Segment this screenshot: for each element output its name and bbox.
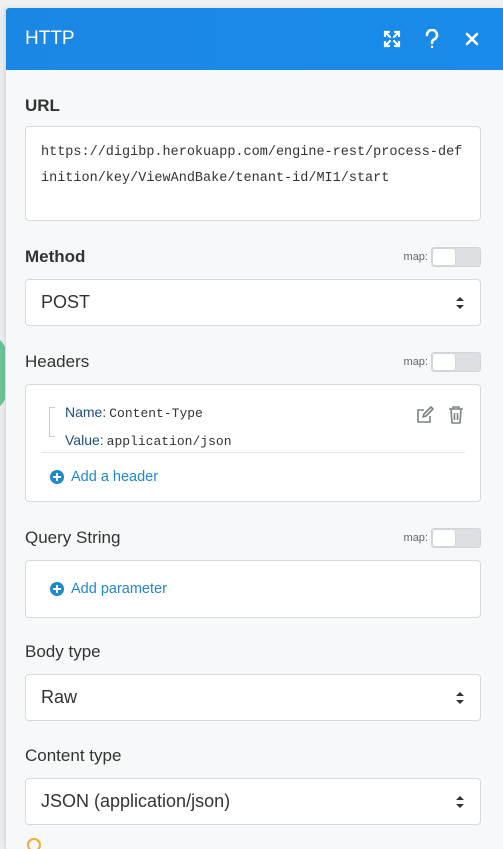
method-label: Method: [25, 247, 86, 266]
method-field: Method map: POST: [25, 247, 481, 326]
expand-icon[interactable]: [382, 29, 402, 49]
add-header-label: Add a header: [71, 469, 159, 485]
warning-icon: [27, 838, 41, 849]
header-name-value: Content-Type: [109, 406, 203, 421]
content-type-label: Content type: [25, 746, 122, 765]
trash-icon[interactable]: [447, 405, 465, 430]
content-type-select[interactable]: JSON (application/json): [25, 778, 481, 825]
select-arrows-icon: [456, 691, 464, 704]
header-value-value: application/json: [106, 434, 232, 449]
map-toggle-switch[interactable]: [431, 247, 481, 267]
body-type-value: Raw: [41, 687, 78, 707]
plus-circle-icon: [50, 470, 64, 484]
query-string-label: Query String: [25, 528, 121, 547]
plus-circle-icon: [50, 582, 64, 596]
url-label: URL: [25, 96, 60, 115]
header-item: Name: Content-Type Value: application/json: [26, 385, 480, 452]
http-module-panel: HTTP URL https://digibp.herokuapp.com/en…: [5, 8, 503, 849]
name-label: Name:: [65, 404, 107, 420]
item-bracket: [49, 407, 55, 437]
query-map-toggle[interactable]: map:: [404, 528, 481, 548]
headers-list: Name: Content-Type Value: application/json: [25, 384, 481, 502]
header-actions: [382, 29, 482, 49]
value-label: Value:: [65, 432, 104, 448]
add-parameter-link[interactable]: Add parameter: [26, 581, 191, 597]
body-type-select[interactable]: Raw: [25, 674, 481, 721]
question-mark-icon[interactable]: [422, 29, 442, 49]
map-toggle-switch[interactable]: [431, 528, 481, 548]
header-name-row: Name: Content-Type: [65, 399, 465, 427]
select-arrows-icon: [456, 795, 464, 808]
headers-field: Headers map: Name: Content-Type Value: app…: [25, 352, 481, 502]
content-type-value: JSON (application/json): [41, 791, 231, 811]
body-type-label: Body type: [25, 642, 101, 661]
headers-map-toggle[interactable]: map:: [404, 352, 481, 372]
content-type-field: Content type JSON (application/json): [25, 746, 481, 825]
map-label: map:: [403, 356, 428, 368]
add-parameter-label: Add parameter: [71, 581, 167, 597]
headers-label: Headers: [25, 352, 90, 371]
panel-header: HTTP: [6, 8, 503, 70]
edit-icon[interactable]: [415, 405, 435, 430]
panel-title: HTTP: [25, 28, 75, 49]
method-select[interactable]: POST: [25, 279, 481, 326]
map-label: map:: [403, 532, 428, 544]
header-value-row: Value: application/json: [65, 427, 465, 455]
map-toggle-switch[interactable]: [431, 352, 481, 372]
url-input[interactable]: https://digibp.herokuapp.com/engine-rest…: [25, 126, 481, 221]
header-item-actions: [415, 405, 465, 430]
add-header-link[interactable]: Add a header: [26, 453, 480, 501]
query-string-field: Query String map: Add parameter: [25, 528, 481, 618]
close-icon[interactable]: [462, 29, 482, 49]
body-type-field: Body type Raw: [25, 642, 481, 721]
query-string-list: Add parameter: [25, 560, 481, 618]
url-field: URL https://digibp.herokuapp.com/engine-…: [25, 96, 481, 221]
method-map-toggle[interactable]: map:: [404, 247, 481, 267]
method-value: POST: [41, 292, 91, 312]
map-label: map:: [403, 251, 428, 263]
select-arrows-icon: [456, 296, 464, 309]
